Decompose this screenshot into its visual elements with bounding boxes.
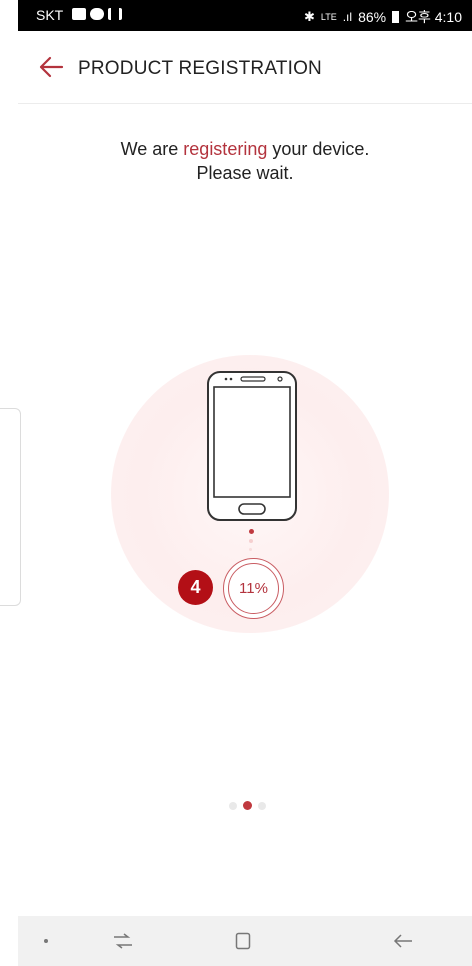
recents-icon <box>114 933 132 949</box>
clock: 오후 4:10 <box>405 9 462 25</box>
progress-dot-3 <box>249 548 252 551</box>
back-button[interactable] <box>383 916 423 966</box>
signal-bars-icon: .ıl <box>342 10 353 24</box>
app-bar: PRODUCT REGISTRATION <box>18 31 472 104</box>
page-title: PRODUCT REGISTRATION <box>78 58 322 79</box>
step-badge: 4 <box>178 570 213 605</box>
message-icon <box>90 8 104 20</box>
home-button[interactable] <box>223 916 263 966</box>
battery-percent: 86% <box>358 9 387 25</box>
status-message-line1: We are registering your device. <box>18 139 472 160</box>
progress-dot-1 <box>249 529 254 534</box>
status-icons-right: ✱ LTE .ıl 86% 오후 4:10 <box>304 7 462 27</box>
arrow-left-icon[interactable] <box>38 55 64 79</box>
gallery-icon <box>72 8 86 20</box>
progress-dot-2 <box>249 539 253 543</box>
lte-icon: LTE <box>320 12 337 22</box>
nav-dot-button[interactable] <box>26 916 66 966</box>
message-accent: registering <box>183 139 268 159</box>
page-dot <box>258 801 266 810</box>
status-bar: SKT ✱ LTE .ıl 86% 오후 4:10 <box>18 0 472 31</box>
page-dot-active <box>243 801 252 810</box>
system-nav-bar <box>18 916 472 966</box>
home-icon <box>235 932 251 950</box>
carrier-label: SKT <box>36 7 64 23</box>
dot-icon <box>44 939 48 943</box>
phone-icon <box>207 371 297 521</box>
page-indicator <box>229 801 266 810</box>
page-dot <box>229 801 237 810</box>
battery-icon <box>392 11 400 23</box>
side-panel-handle[interactable] <box>0 408 21 606</box>
status-icons-left <box>72 8 122 20</box>
message-prefix: We are <box>120 139 184 159</box>
message-suffix: your device. <box>267 139 370 159</box>
back-icon <box>393 934 412 948</box>
step-badge-label: 4 <box>190 577 201 597</box>
recents-button[interactable] <box>103 916 143 966</box>
signal-toggle-icon <box>108 8 122 20</box>
bluetooth-icon: ✱ <box>303 9 315 24</box>
progress-percent: 11% <box>228 563 279 614</box>
progress-label: 11% <box>239 580 268 597</box>
status-message-line2: Please wait. <box>196 163 294 183</box>
